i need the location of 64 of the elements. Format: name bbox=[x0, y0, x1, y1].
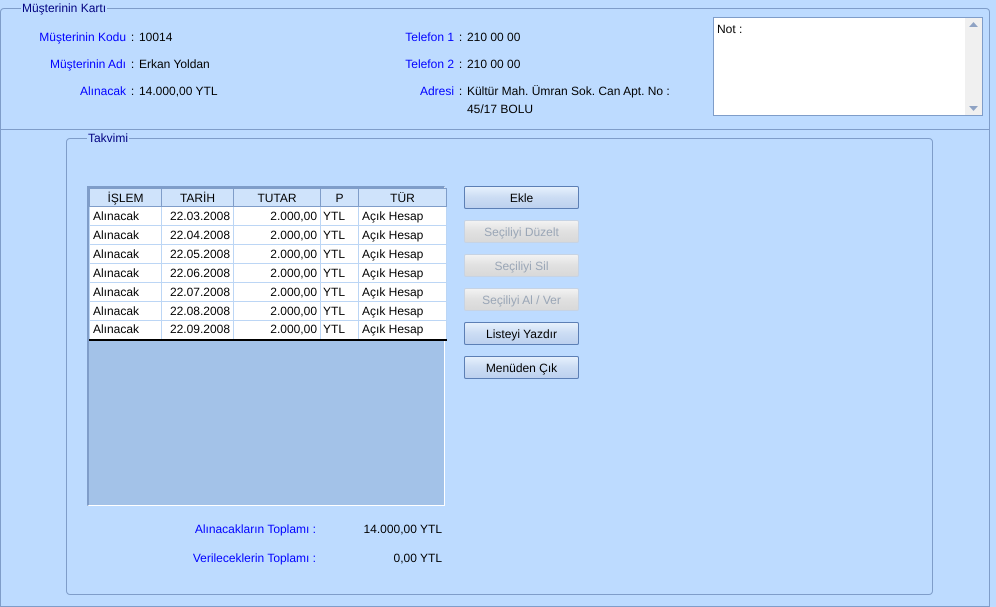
table-cell: YTL bbox=[320, 282, 358, 302]
table-cell: YTL bbox=[320, 320, 358, 340]
table-cell: Açık Hesap bbox=[358, 206, 446, 226]
table-cell: 22.04.2008 bbox=[162, 226, 234, 244]
field-label: Müşterinin Adı bbox=[48, 56, 126, 73]
column-header[interactable]: TARİH bbox=[162, 188, 234, 206]
field-label: Telefon 2 bbox=[404, 56, 454, 73]
field-value: 210 00 00 bbox=[467, 56, 522, 73]
total-value: 0,00 YTL bbox=[392, 550, 442, 567]
table-cell: Açık Hesap bbox=[358, 264, 446, 282]
group-title: Takvimi bbox=[87, 131, 130, 145]
table-cell: 2.000,00 bbox=[234, 282, 320, 302]
table-cell: 2.000,00 bbox=[234, 264, 320, 282]
table-cell: YTL bbox=[320, 226, 358, 244]
table-cell: Alınacak bbox=[90, 264, 162, 282]
field-value: 14.000,00 YTL bbox=[139, 83, 219, 100]
total-label: Verileceklerin Toplamı : bbox=[192, 550, 316, 567]
colon: : bbox=[458, 56, 464, 73]
field-label: Alınacak bbox=[78, 83, 126, 100]
column-header[interactable]: TÜR bbox=[358, 188, 446, 206]
table-cell: Alınacak bbox=[90, 282, 162, 302]
field-value: Erkan Yoldan bbox=[139, 56, 211, 73]
table-cell: 2.000,00 bbox=[234, 302, 320, 320]
colon: : bbox=[458, 29, 464, 46]
field-label: Adresi bbox=[418, 83, 454, 100]
action-button[interactable]: Menüden Çık bbox=[464, 356, 579, 379]
colon: : bbox=[458, 83, 464, 100]
table-cell: 2.000,00 bbox=[234, 206, 320, 226]
table-cell: Açık Hesap bbox=[358, 226, 446, 244]
colon: : bbox=[130, 29, 136, 46]
column-header[interactable]: P bbox=[320, 188, 358, 206]
table-cell: 22.03.2008 bbox=[162, 206, 234, 226]
table-cell: Açık Hesap bbox=[358, 244, 446, 264]
table-cell: 22.06.2008 bbox=[162, 264, 234, 282]
field-label: Müşterinin Kodu bbox=[38, 29, 126, 46]
table-cell: 2.000,00 bbox=[234, 226, 320, 244]
colon: : bbox=[130, 83, 136, 100]
action-button[interactable]: Listeyi Yazdır bbox=[464, 322, 579, 345]
table-cell: YTL bbox=[320, 244, 358, 264]
table-cell: 2.000,00 bbox=[234, 244, 320, 264]
total-label: Alınacakların Toplamı : bbox=[194, 521, 316, 538]
column-header[interactable]: TUTAR bbox=[234, 188, 320, 206]
action-button[interactable]: Ekle bbox=[464, 186, 579, 209]
total-value: 14.000,00 YTL bbox=[362, 521, 442, 538]
table-cell: Açık Hesap bbox=[358, 282, 446, 302]
table-cell: 22.07.2008 bbox=[162, 282, 234, 302]
table-cell: 22.08.2008 bbox=[162, 302, 234, 320]
group-title: Müşterinin Kartı bbox=[21, 1, 108, 15]
table-cell: 22.05.2008 bbox=[162, 244, 234, 264]
colon: : bbox=[130, 56, 136, 73]
table-cell: YTL bbox=[320, 302, 358, 320]
field-value: Kültür Mah. Ümran Sok. Can Apt. No : 45/17 BOLU bbox=[467, 83, 671, 118]
table-cell: Alınacak bbox=[90, 206, 162, 226]
table-cell: YTL bbox=[320, 264, 358, 282]
table-cell: Alınacak bbox=[90, 320, 162, 340]
field-value: 10014 bbox=[139, 29, 174, 46]
table-cell: Alınacak bbox=[90, 302, 162, 320]
table-cell: YTL bbox=[320, 206, 358, 226]
column-header[interactable]: İŞLEM bbox=[90, 188, 162, 206]
table-cell: Açık Hesap bbox=[358, 302, 446, 320]
table-cell: Alınacak bbox=[90, 226, 162, 244]
table-cell: Alınacak bbox=[90, 244, 162, 264]
field-label: Telefon 1 bbox=[404, 29, 454, 46]
field-value: 210 00 00 bbox=[467, 29, 522, 46]
